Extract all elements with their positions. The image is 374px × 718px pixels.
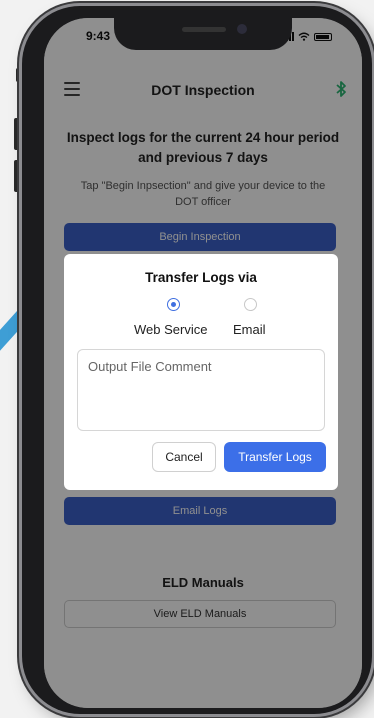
dialog-title: Transfer Logs via [145, 270, 257, 285]
radio-web-service[interactable] [167, 298, 180, 311]
phone-volume-up [14, 118, 19, 150]
radio-email[interactable] [244, 298, 257, 311]
phone-notch [114, 18, 292, 50]
phone-side-button [16, 68, 20, 82]
phone-screen: 9:43 DOT Inspection Inspect logs for the… [44, 18, 362, 708]
speaker-grille [182, 27, 226, 32]
cancel-button[interactable]: Cancel [152, 442, 216, 472]
radio-label-email: Email [233, 322, 266, 337]
phone-volume-down [14, 160, 19, 192]
transfer-logs-button[interactable]: Transfer Logs [224, 442, 326, 472]
transfer-logs-dialog: Transfer Logs via Web Service Email Canc… [64, 254, 338, 490]
output-file-comment-input[interactable] [77, 349, 325, 431]
radio-label-web-service: Web Service [134, 322, 208, 337]
phone-frame: 9:43 DOT Inspection Inspect logs for the… [22, 6, 372, 714]
front-camera [237, 24, 247, 34]
